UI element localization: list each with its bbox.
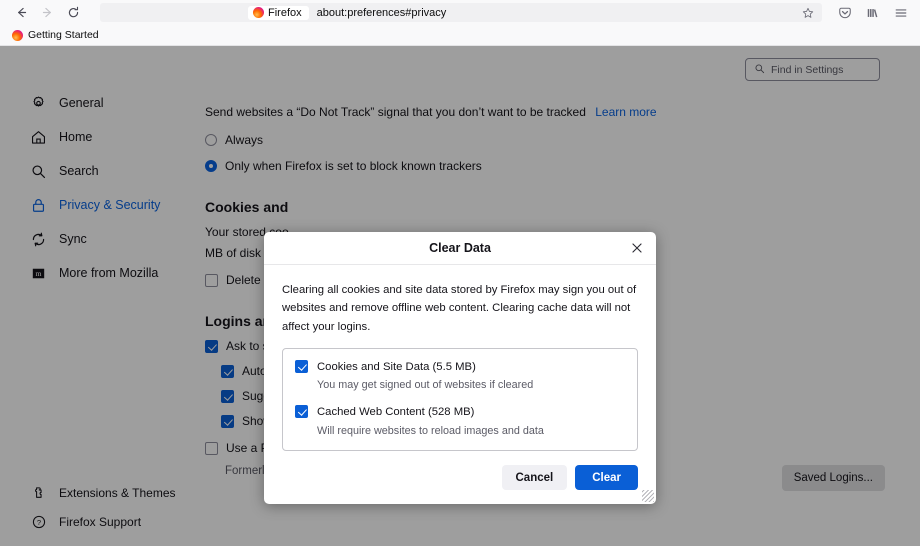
reload-button[interactable] [60, 2, 86, 24]
hamburger-menu-icon[interactable] [894, 6, 908, 20]
browser-toolbar: Firefox about:preferences#privacy [0, 0, 920, 25]
back-button[interactable] [8, 2, 34, 24]
dialog-option-cache[interactable]: Cached Web Content (528 MB) Will require… [295, 405, 625, 438]
cached-web-content-checkbox[interactable] [295, 405, 308, 419]
library-icon[interactable] [866, 6, 880, 20]
cookies-site-data-label: Cookies and Site Data (5.5 MB) [317, 360, 476, 373]
bookmark-label: Getting Started [28, 29, 99, 41]
cookies-site-data-checkbox[interactable] [295, 359, 308, 373]
pocket-icon[interactable] [838, 6, 852, 20]
dialog-footer: Cancel Clear [264, 451, 656, 504]
identity-chip-label: Firefox [268, 6, 302, 19]
cookies-site-data-sublabel: You may get signed out of websites if cl… [317, 379, 534, 391]
cached-web-content-label: Cached Web Content (528 MB) [317, 406, 475, 419]
dialog-header: Clear Data [264, 232, 656, 265]
cached-web-content-sublabel: Will require websites to reload images a… [317, 424, 544, 437]
dialog-body: Clearing all cookies and site data store… [264, 265, 656, 452]
firefox-logo-icon [253, 7, 264, 18]
identity-chip[interactable]: Firefox [248, 5, 309, 20]
clear-button[interactable]: Clear [575, 465, 638, 491]
bookmark-item[interactable]: Getting Started [8, 28, 103, 42]
bookmarks-bar: Getting Started [0, 25, 920, 46]
dialog-title: Clear Data [429, 241, 491, 255]
address-bar[interactable]: Firefox about:preferences#privacy [100, 3, 822, 22]
cancel-button[interactable]: Cancel [501, 465, 568, 491]
dialog-description: Clearing all cookies and site data store… [282, 284, 637, 333]
toolbar-icons [828, 6, 912, 20]
resize-grip[interactable] [642, 490, 654, 503]
url-text: about:preferences#privacy [316, 6, 447, 19]
forward-button[interactable] [34, 2, 60, 24]
dialog-option-cookies[interactable]: Cookies and Site Data (5.5 MB) You may g… [295, 359, 625, 393]
preferences-page: General Home Search Privacy & Security S… [0, 46, 920, 546]
dialog-options-box: Cookies and Site Data (5.5 MB) You may g… [282, 347, 638, 452]
firefox-logo-icon [12, 29, 23, 41]
browser-window: Firefox about:preferences#privacy Gettin… [0, 0, 920, 546]
clear-data-dialog: Clear Data Clearing all cookies and site… [264, 232, 656, 505]
bookmark-star-icon[interactable] [798, 3, 818, 22]
close-icon[interactable] [628, 239, 646, 257]
